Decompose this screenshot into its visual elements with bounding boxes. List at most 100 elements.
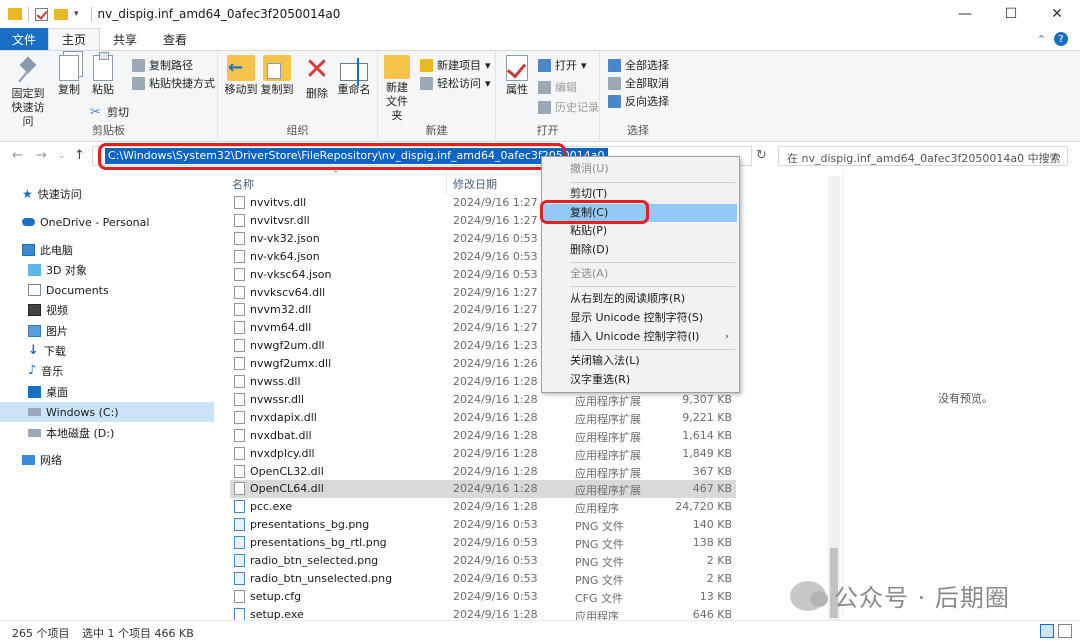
table-row[interactable]: pcc.exe 2024/9/16 1:28 应用程序 24,720 KB (230, 498, 736, 516)
details-view-icon[interactable] (1040, 624, 1054, 638)
menu-item-undo[interactable]: 撤消(U) (544, 160, 737, 178)
sidebar-item-videos[interactable]: 视频 (0, 300, 214, 320)
download-icon: ↓ (28, 343, 39, 358)
table-row[interactable]: setup.cfg 2024/9/16 0:53 CFG 文件 13 KB (230, 588, 736, 606)
file-size: 2 KB (706, 554, 732, 567)
table-row[interactable]: presentations_bg_rtl.png 2024/9/16 0:53 PN… (230, 534, 736, 552)
easy-access-button[interactable]: 轻松访问 ▾ (420, 75, 491, 91)
file-name: nvvitvs.dll (250, 196, 307, 209)
sidebar-item-desktop[interactable]: 桌面 (0, 382, 214, 402)
sidebar-item-this-pc[interactable]: 此电脑 (0, 240, 214, 260)
quick-access-toolbar-dropdown[interactable]: ▾ (74, 9, 79, 19)
sidebar-item-onedrive[interactable]: OneDrive - Personal (0, 212, 214, 232)
sidebar-item-music[interactable]: ♪ 音乐 (0, 361, 214, 381)
ribbon-controls: ⌃ ? (1037, 28, 1080, 50)
help-icon[interactable]: ? (1054, 32, 1068, 46)
select-group: 全部选择 全部取消 反向选择 选择 (600, 51, 676, 141)
watermark: 公众号 · 后期圈 (790, 578, 1010, 613)
search-box[interactable]: 在 nv_dispig.inf_amd64_0afec3f2050014a0 中… (778, 146, 1068, 166)
column-header-date[interactable]: 修改日期 (453, 176, 497, 192)
sidebar-item-network[interactable]: 网络 (0, 450, 214, 470)
paste-button[interactable]: 粘贴 (88, 52, 118, 97)
tab-file[interactable]: 文件 (0, 28, 48, 50)
large-icons-view-icon[interactable] (1058, 624, 1072, 638)
new-item-icon (420, 58, 433, 72)
file-type: 应用程序扩展 (575, 412, 641, 426)
select-all-button[interactable]: 全部选择 (608, 57, 669, 73)
drive-icon (28, 429, 41, 437)
table-row[interactable]: nvxdbat.dll 2024/9/16 1:28 应用程序扩展 1,614 KB (230, 427, 736, 445)
move-to-button[interactable]: 移动到 (224, 55, 258, 97)
cut-button[interactable]: ✂ 剪切 (90, 104, 129, 120)
chevron-up-icon[interactable]: ⌃ (1037, 33, 1046, 46)
sort-ascending-icon: ⌃ (332, 170, 340, 180)
sidebar-item-downloads[interactable]: ↓ 下载 (0, 341, 214, 361)
table-row[interactable]: OpenCL64.dll 2024/9/16 1:28 应用程序扩展 467 KB (230, 480, 736, 499)
file-name: OpenCL32.dll (250, 464, 324, 478)
table-row[interactable]: presentations_bg.png 2024/9/16 0:53 PNG 文件… (230, 516, 736, 534)
table-row[interactable]: nvwssr.dll 2024/9/16 1:28 应用程序扩展 9,307 KB (230, 391, 736, 409)
recent-chevron-icon[interactable]: ⌄ (58, 151, 66, 161)
file-size: 467 KB (692, 482, 732, 496)
menu-item-paste[interactable]: 粘贴(P) (544, 222, 737, 240)
up-arrow-icon[interactable]: ↑ (74, 148, 85, 163)
properties-button[interactable]: 属性 (502, 55, 532, 97)
table-row[interactable]: nvxdplcy.dll 2024/9/16 1:28 应用程序扩展 1,849 KB (230, 445, 736, 463)
history-icon (538, 100, 551, 114)
file-size: 24,720 KB (675, 500, 732, 514)
edit-button[interactable]: 编辑 (538, 79, 577, 95)
new-item-button[interactable]: 新建项目 ▾ (420, 57, 491, 73)
tab-view[interactable]: 查看 (150, 28, 200, 50)
menu-item-close-ime[interactable]: 关闭输入法(L) (544, 352, 737, 370)
select-none-button[interactable]: 全部取消 (608, 75, 669, 91)
menu-item-rtl-reading[interactable]: 从右到左的阅读顺序(R) (544, 290, 737, 308)
close-button[interactable]: ✕ (1034, 0, 1080, 28)
column-header-name[interactable]: 名称 (232, 176, 254, 192)
new-folder-quick-icon[interactable] (54, 8, 68, 20)
table-row[interactable]: radio_btn_selected.png 2024/9/16 0:53 PNG … (230, 552, 736, 570)
copy-button[interactable]: 复制 (54, 55, 84, 97)
search-icon[interactable]: ⌕ (1052, 149, 1059, 164)
minimize-button[interactable]: — (942, 0, 988, 28)
column-divider[interactable] (446, 174, 447, 194)
invert-selection-button[interactable]: 反向选择 (608, 93, 669, 109)
refresh-icon[interactable]: ↻ (756, 148, 767, 163)
file-name: presentations_bg_rtl.png (250, 536, 387, 550)
sidebar-item-pictures[interactable]: 图片 (0, 321, 214, 341)
rename-button[interactable]: 重命名 (336, 55, 372, 97)
copy-path-button[interactable]: 复制路径 (132, 57, 193, 73)
maximize-button[interactable]: ☐ (988, 0, 1034, 28)
ribbon: 固定到快速访问 复制 粘贴 复制路径 粘贴快捷方式 ✂ 剪切 剪贴板 移动到 (0, 50, 1080, 142)
menu-item-select-all[interactable]: 全选(A) (544, 265, 737, 283)
pin-quick-access-button[interactable]: 固定到快速访问 (6, 55, 50, 129)
menu-item-show-unicode[interactable]: 显示 Unicode 控制字符(S) (544, 309, 737, 327)
copy-to-button[interactable]: 复制到 (260, 55, 294, 97)
tab-home[interactable]: 主页 (48, 28, 101, 50)
table-row[interactable]: radio_btn_unselected.png 2024/9/16 0:53 PN… (230, 570, 736, 588)
properties-quick-icon[interactable] (35, 7, 48, 21)
sidebar-item-quick-access[interactable]: ★ 快速访问 (0, 184, 214, 204)
menu-item-reconvert[interactable]: 汉字重选(R) (544, 371, 737, 389)
forward-arrow-icon[interactable]: → (36, 148, 47, 163)
menu-item-delete[interactable]: 删除(D) (544, 241, 737, 259)
table-row[interactable]: nvxdapix.dll 2024/9/16 1:28 应用程序扩展 9,221 KB (230, 409, 736, 427)
tab-share[interactable]: 共享 (100, 28, 150, 50)
history-button[interactable]: 历史记录 (538, 99, 599, 115)
file-date: 2024/9/16 1:28 (453, 410, 538, 424)
delete-button[interactable]: ✕ 删除 (302, 55, 332, 101)
sidebar-item-3d-objects[interactable]: 3D 对象 (0, 260, 214, 280)
sidebar-item-documents[interactable]: Documents (0, 280, 214, 300)
file-icon (234, 213, 245, 227)
new-folder-button[interactable]: 新建文件夹 (382, 55, 412, 123)
sidebar-item-windows-c[interactable]: Windows (C:) (0, 402, 214, 422)
file-icon (234, 321, 245, 335)
file-name: nv-vksc64.json (250, 267, 332, 281)
paste-shortcut-button[interactable]: 粘贴快捷方式 (132, 75, 215, 91)
menu-item-insert-unicode[interactable]: 插入 Unicode 控制字符(I) › (544, 328, 737, 346)
back-arrow-icon[interactable]: ← (12, 148, 23, 163)
sidebar-item-local-d[interactable]: 本地磁盘 (D:) (0, 423, 214, 443)
table-row[interactable]: OpenCL32.dll 2024/9/16 1:28 应用程序扩展 367 KB (230, 463, 736, 481)
file-name: radio_btn_unselected.png (250, 571, 393, 585)
file-type: CFG 文件 (575, 591, 624, 605)
open-button[interactable]: 打开 ▾ (538, 57, 587, 73)
